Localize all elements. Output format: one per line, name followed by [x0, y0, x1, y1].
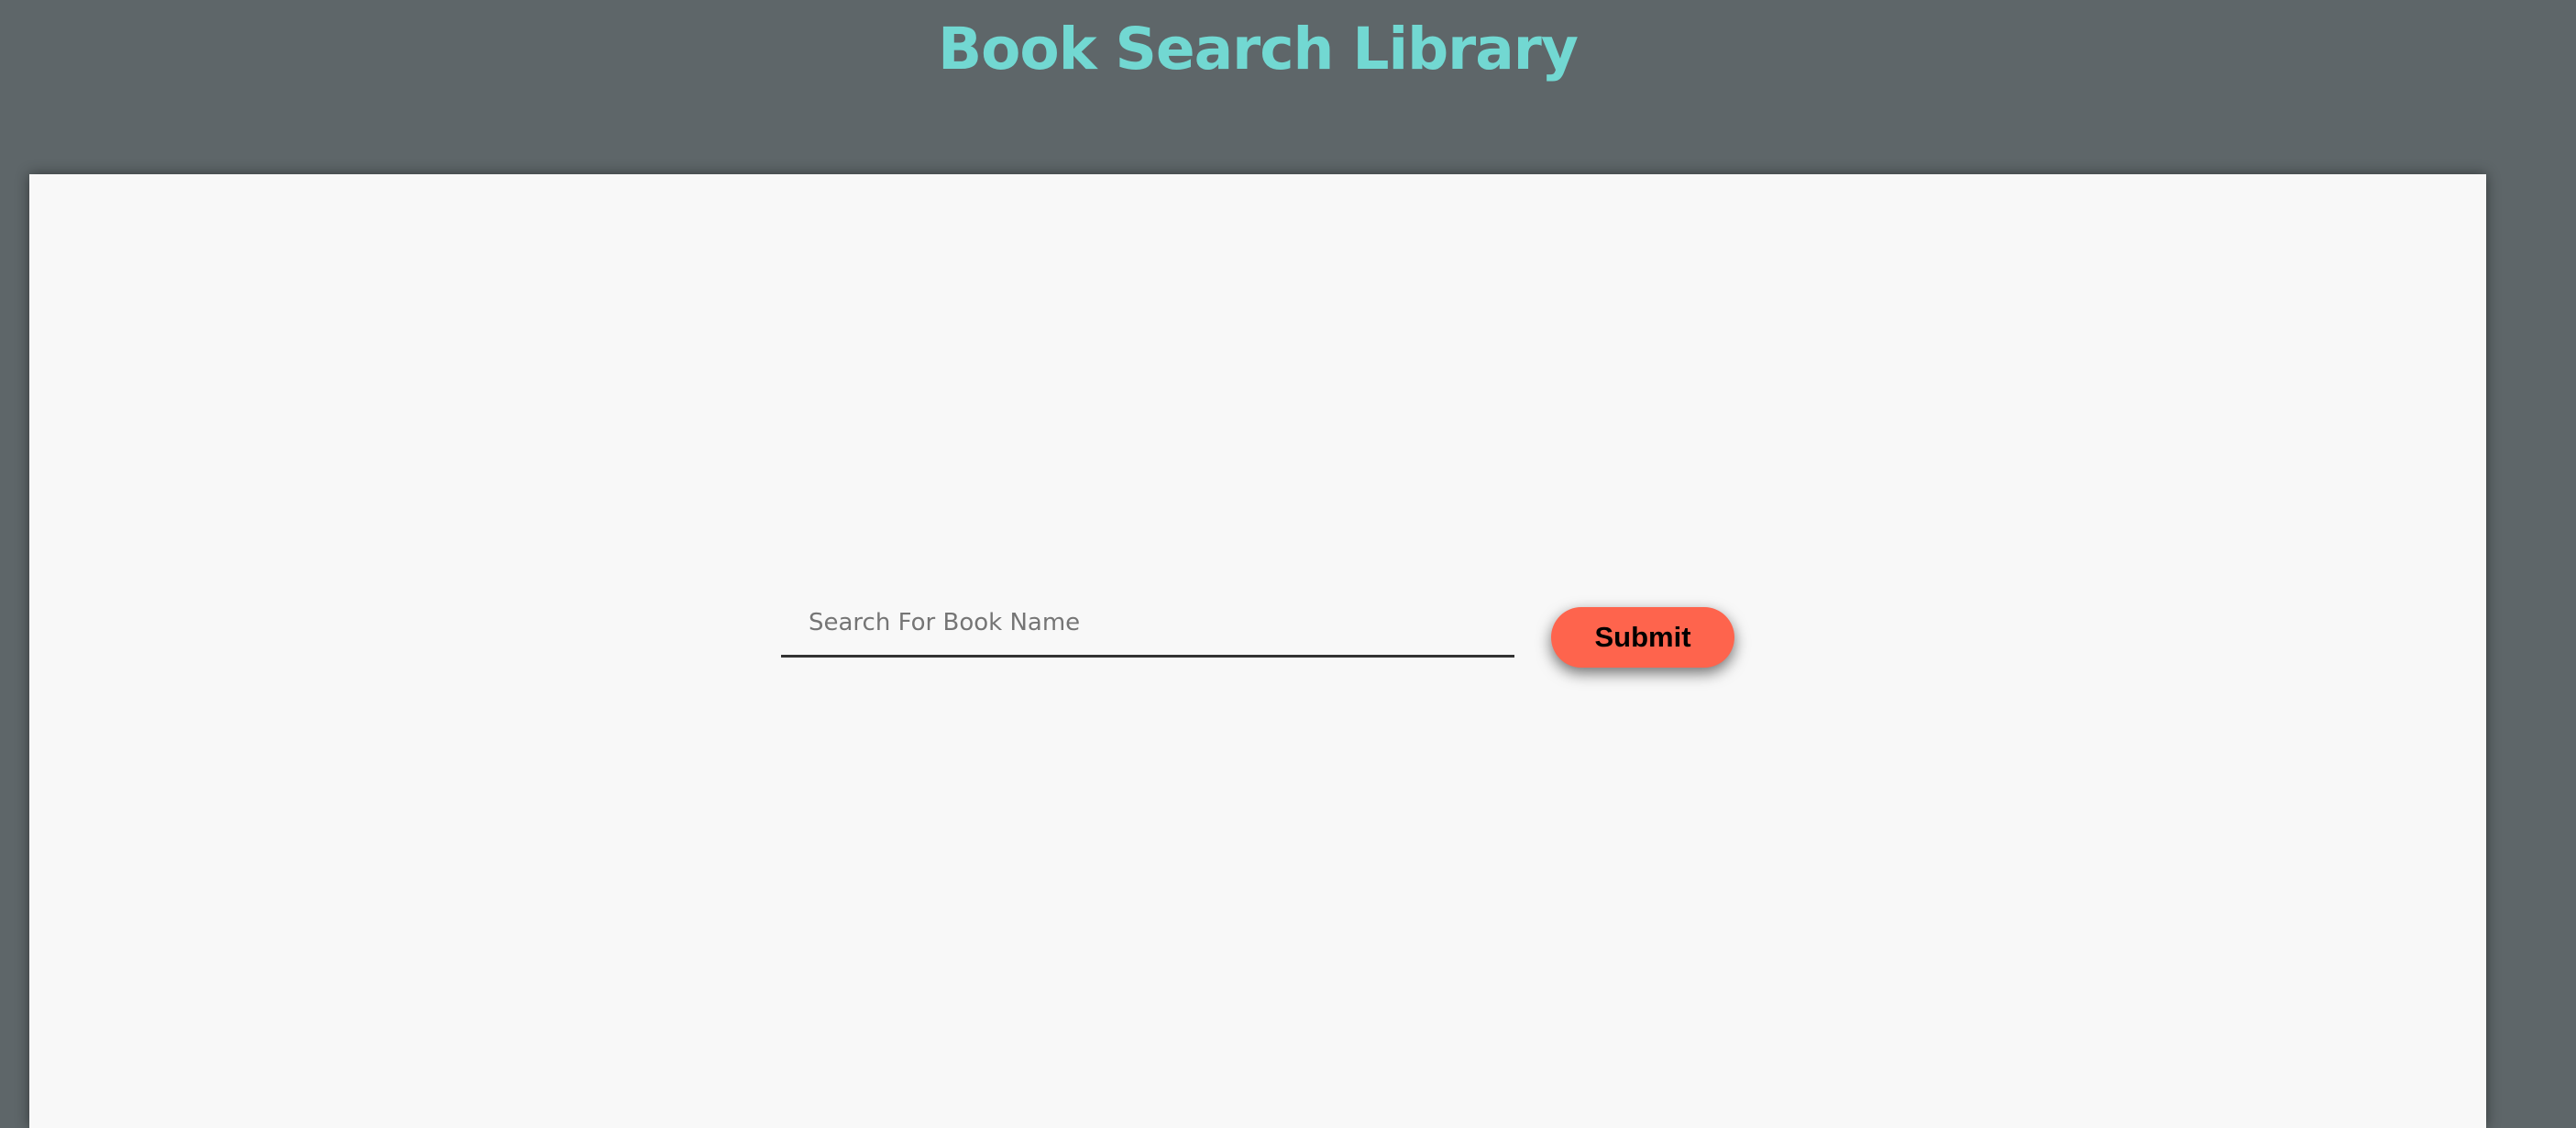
search-input[interactable]: [781, 591, 1514, 658]
main-panel: Submit: [29, 174, 2486, 1128]
page-title: Book Search Library: [938, 16, 1579, 83]
submit-button[interactable]: Submit: [1551, 607, 1734, 668]
